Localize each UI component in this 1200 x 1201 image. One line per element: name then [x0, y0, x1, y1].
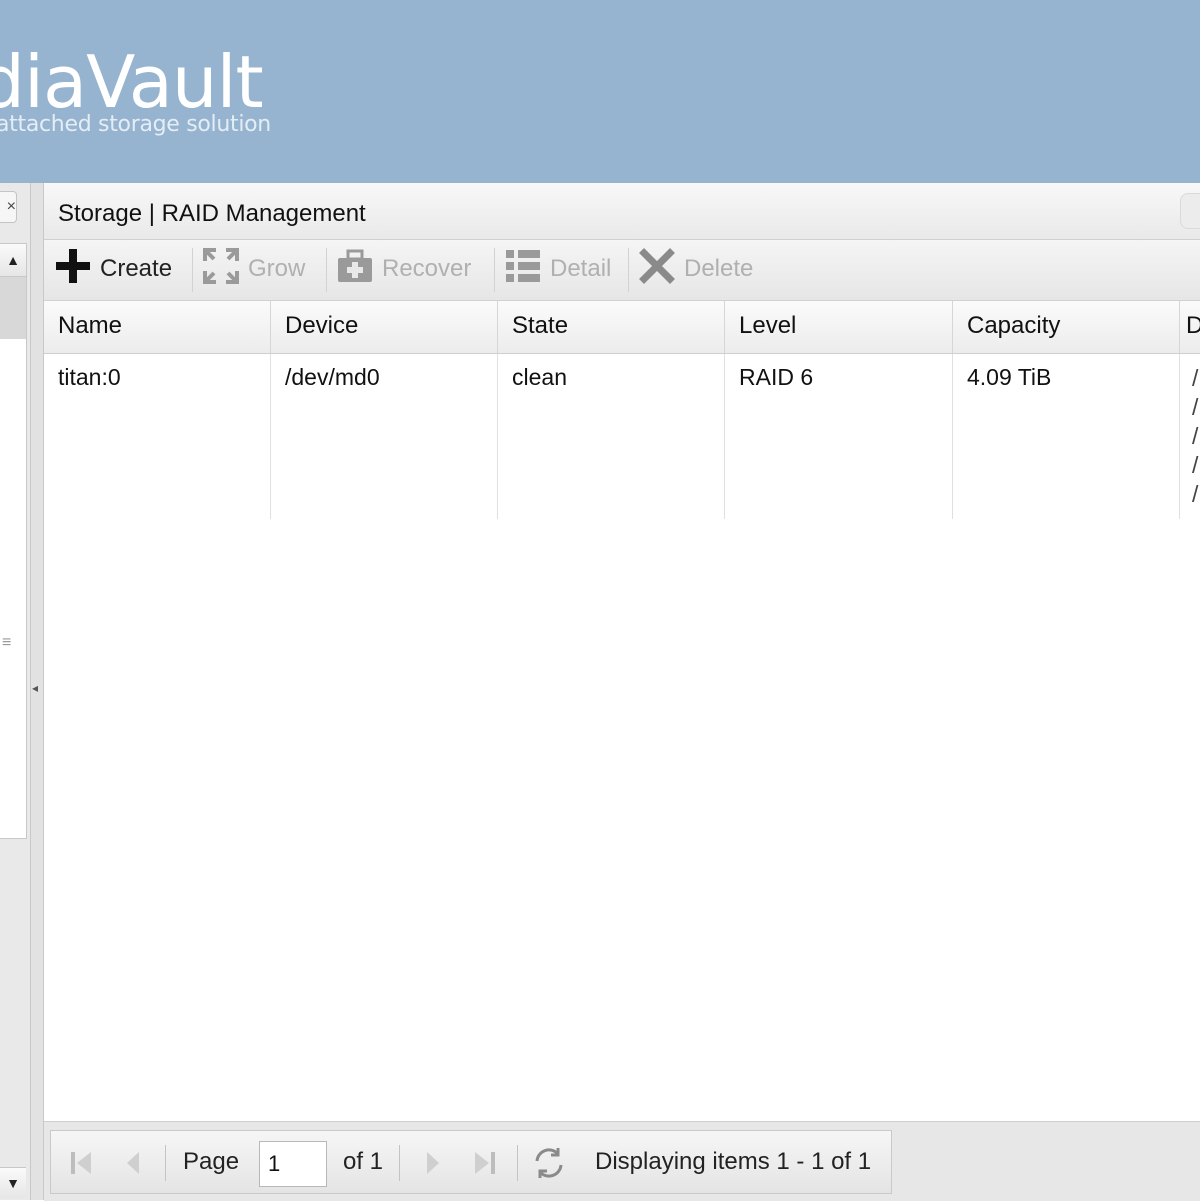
- sidebar-close-icon[interactable]: ×: [0, 191, 17, 223]
- cell-level: RAID 6: [725, 354, 953, 519]
- device-entry: /: [1192, 481, 1199, 507]
- panel-title-bar: Storage | RAID Management: [44, 183, 1200, 240]
- recover-button-label: Recover: [382, 255, 472, 282]
- create-button-label: Create: [100, 255, 173, 282]
- raid-grid-header: Name Device State Level Capacity D: [44, 301, 1200, 354]
- grow-button-label: Grow: [248, 255, 306, 282]
- delete-button-label: Delete: [684, 255, 754, 282]
- prev-page-icon[interactable]: [119, 1131, 149, 1195]
- table-row[interactable]: titan:0 /dev/md0 clean RAID 6 4.09 TiB /…: [44, 354, 1200, 519]
- cell-device: /dev/md0: [271, 354, 498, 519]
- left-sidebar: × ▲ ≡ ▼: [0, 183, 31, 1200]
- create-button[interactable]: Create: [54, 247, 172, 291]
- panel-splitter[interactable]: ◂: [31, 183, 44, 1200]
- app-header: ediaVault attached storage solution: [0, 0, 1200, 183]
- detail-button-label: Detail: [550, 255, 612, 282]
- paging-controls: Page of 1 Displaying items 1 - 1 of 1: [50, 1130, 892, 1194]
- first-page-icon[interactable]: [67, 1131, 97, 1195]
- scroll-down-icon[interactable]: ▼: [0, 1167, 26, 1198]
- column-header-level[interactable]: Level: [725, 301, 953, 353]
- column-header-device[interactable]: Device: [271, 301, 498, 353]
- close-icon: [638, 247, 676, 292]
- brand-tagline: attached storage solution: [0, 112, 271, 137]
- column-header-devices[interactable]: D: [1180, 301, 1200, 353]
- column-header-name[interactable]: Name: [44, 301, 271, 353]
- column-header-capacity[interactable]: Capacity: [953, 301, 1180, 353]
- plus-icon: [54, 247, 92, 292]
- sidebar-scroll-thumb[interactable]: [0, 277, 26, 339]
- scroll-up-icon[interactable]: ▲: [0, 244, 26, 277]
- panel-tool-icon[interactable]: [1180, 193, 1200, 229]
- pager-divider: [399, 1145, 400, 1181]
- grip-icon[interactable]: ≡: [2, 634, 11, 652]
- cell-name: titan:0: [44, 354, 271, 519]
- cell-state: clean: [498, 354, 725, 519]
- grow-button[interactable]: Grow: [202, 247, 305, 291]
- raid-toolbar: Create Grow Recover Detail Delete: [44, 240, 1200, 301]
- page-number-input[interactable]: [259, 1141, 327, 1187]
- display-info-text: Displaying items 1 - 1 of 1: [595, 1148, 872, 1175]
- device-entry: /: [1192, 394, 1199, 420]
- cell-devices: / / / / /: [1180, 354, 1200, 519]
- paging-toolbar: Page of 1 Displaying items 1 - 1 of 1: [44, 1121, 1200, 1201]
- pager-divider: [165, 1145, 166, 1181]
- pager-divider: [517, 1145, 518, 1181]
- sidebar-nav-panel: ▲ ≡: [0, 243, 27, 839]
- next-page-icon[interactable]: [417, 1131, 447, 1195]
- detail-button[interactable]: Detail: [504, 247, 611, 291]
- cell-capacity: 4.09 TiB: [953, 354, 1180, 519]
- page-total-label: of 1: [343, 1148, 384, 1175]
- device-entry: /: [1192, 423, 1199, 449]
- column-header-state[interactable]: State: [498, 301, 725, 353]
- raid-management-panel: Storage | RAID Management Create Grow Re…: [44, 183, 1200, 1201]
- expand-icon: [202, 247, 240, 292]
- delete-button[interactable]: Delete: [638, 247, 753, 291]
- page-title: Storage | RAID Management: [58, 200, 366, 227]
- first-aid-kit-icon: [336, 247, 374, 292]
- toolbar-divider: [628, 248, 629, 292]
- list-icon: [504, 247, 542, 292]
- toolbar-divider: [326, 248, 327, 292]
- collapse-arrow-icon[interactable]: ◂: [32, 681, 38, 695]
- device-entry: /: [1192, 452, 1199, 478]
- device-entry: /: [1192, 365, 1199, 391]
- toolbar-divider: [192, 248, 193, 292]
- recover-button[interactable]: Recover: [336, 247, 471, 291]
- refresh-icon[interactable]: [531, 1131, 567, 1195]
- toolbar-divider: [494, 248, 495, 292]
- page-label: Page: [183, 1148, 240, 1175]
- last-page-icon[interactable]: [469, 1131, 499, 1195]
